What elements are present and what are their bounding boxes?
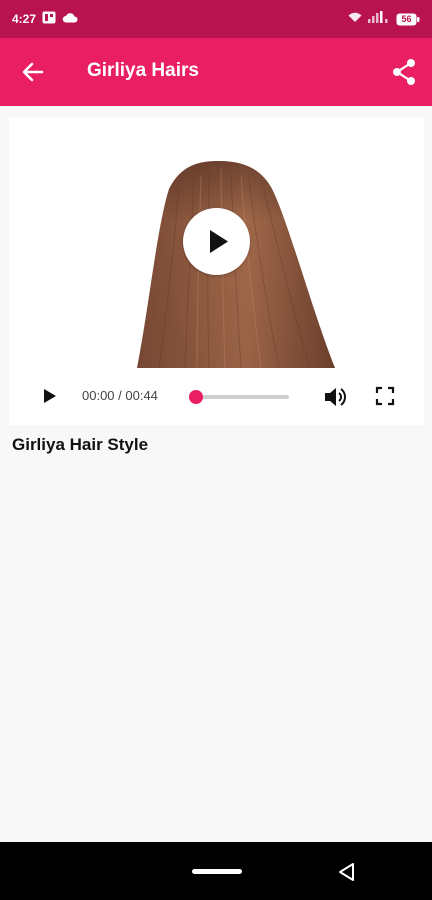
play-overlay-button[interactable] <box>183 208 250 275</box>
app-bar: Girliya Hairs <box>0 38 432 106</box>
sim-notification-icon <box>42 11 56 27</box>
status-time: 4:27 <box>12 12 37 26</box>
fullscreen-icon[interactable] <box>374 385 396 407</box>
seek-thumb[interactable] <box>189 390 203 404</box>
share-icon[interactable] <box>391 58 417 86</box>
nav-back-triangle-icon[interactable] <box>336 861 358 883</box>
back-arrow-icon[interactable] <box>20 59 46 85</box>
video-player: 00:00 / 00:44 <box>9 117 424 425</box>
seek-bar[interactable] <box>189 395 289 399</box>
home-pill-button[interactable] <box>192 869 242 874</box>
status-bar: 4:27 56 <box>0 0 432 38</box>
video-title: Girliya Hair Style <box>12 435 149 454</box>
signal-icon <box>368 10 390 28</box>
video-controls: 00:00 / 00:44 <box>9 368 424 425</box>
cloud-icon <box>62 12 78 26</box>
play-icon[interactable] <box>39 384 61 408</box>
battery-icon: 56 <box>396 13 420 26</box>
status-left: 4:27 <box>12 11 78 27</box>
app-title: Girliya Hairs <box>87 60 199 81</box>
system-navigation-bar <box>0 842 432 900</box>
status-right: 56 <box>348 10 420 28</box>
volume-icon[interactable] <box>323 384 349 410</box>
battery-level: 56 <box>401 13 412 24</box>
time-display: 00:00 / 00:44 <box>82 388 158 403</box>
video-thumbnail[interactable] <box>9 117 424 368</box>
wifi-icon <box>348 10 362 28</box>
